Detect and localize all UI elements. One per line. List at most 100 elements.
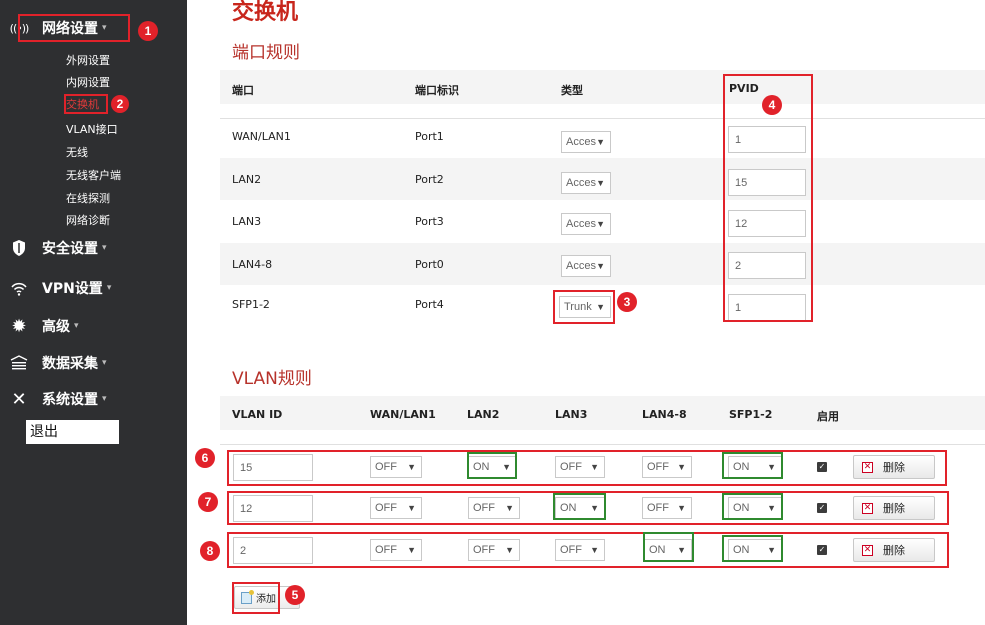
port-type-select[interactable]: Acces ▼ bbox=[561, 213, 611, 235]
select-value: ON bbox=[473, 461, 490, 473]
menu-system-settings[interactable]: ✕ 系统设置 ▾ bbox=[8, 385, 107, 413]
chevron-down-icon: ▼ bbox=[677, 503, 686, 513]
menu-vpn-settings[interactable]: VPN设置 ▾ bbox=[8, 274, 111, 302]
select-value: OFF bbox=[473, 544, 495, 556]
port-type-select[interactable]: Trunk ▼ bbox=[559, 296, 611, 318]
lan2-select[interactable]: OFF ▼ bbox=[468, 497, 520, 519]
chevron-down-icon: ▾ bbox=[102, 394, 107, 404]
port-type-select[interactable]: Acces ▼ bbox=[561, 172, 611, 194]
menu-data-collection[interactable]: 数据采集 ▾ bbox=[8, 349, 107, 377]
pvid-input[interactable]: 15 bbox=[728, 169, 806, 196]
gear-icon: ✹ bbox=[11, 315, 27, 337]
lan4-8-select[interactable]: ON ▼ bbox=[644, 539, 692, 561]
sidebar-item-online-detection[interactable]: 在线探测 bbox=[66, 190, 110, 208]
chevron-down-icon: ▼ bbox=[767, 462, 776, 472]
divider bbox=[220, 444, 985, 445]
wifi-signal-icon bbox=[8, 277, 30, 299]
lan2-select[interactable]: OFF ▼ bbox=[468, 539, 520, 561]
lan3-select[interactable]: OFF ▼ bbox=[555, 539, 605, 561]
shield-icon bbox=[8, 237, 30, 259]
wan-lan1-select[interactable]: OFF ▼ bbox=[370, 497, 422, 519]
step-badge: 3 bbox=[617, 292, 637, 312]
lan4-8-select[interactable]: OFF ▼ bbox=[642, 456, 692, 478]
chevron-down-icon: ▾ bbox=[102, 23, 107, 33]
chevron-down-icon: ▼ bbox=[677, 545, 686, 555]
menu-advanced[interactable]: ✹ 高级 ▾ bbox=[8, 312, 78, 340]
chevron-down-icon: ▼ bbox=[505, 503, 514, 513]
chevron-down-icon: ▼ bbox=[677, 462, 686, 472]
lan3-select[interactable]: ON ▼ bbox=[555, 497, 605, 519]
chevron-down-icon: ▼ bbox=[590, 462, 599, 472]
menu-label: 系统设置 bbox=[42, 392, 98, 408]
sidebar-item-wan[interactable]: 外网设置 bbox=[66, 52, 110, 70]
port-id: Port2 bbox=[415, 173, 444, 186]
menu-network-settings[interactable]: ((•)) 网络设置 ▾ bbox=[8, 14, 107, 42]
chevron-down-icon: ▾ bbox=[102, 358, 107, 368]
chevron-down-icon: ▼ bbox=[505, 545, 514, 555]
vlan-id-input[interactable]: 12 bbox=[233, 495, 313, 522]
sidebar-item-network-diagnosis[interactable]: 网络诊断 bbox=[66, 212, 110, 230]
port-type-select[interactable]: Acces ▼ bbox=[561, 255, 611, 277]
step-badge: 2 bbox=[111, 95, 129, 113]
select-value: OFF bbox=[647, 461, 669, 473]
chevron-down-icon: ▼ bbox=[407, 545, 416, 555]
col-sfp: SFP1-2 bbox=[729, 408, 773, 421]
delete-icon: ✕ bbox=[862, 461, 873, 473]
lan2-select[interactable]: ON ▼ bbox=[468, 456, 517, 478]
sidebar-item-lan[interactable]: 内网设置 bbox=[66, 74, 110, 92]
port-id: Port3 bbox=[415, 215, 444, 228]
port-rules-title: 端口规则 bbox=[232, 43, 300, 63]
vlan-id-input[interactable]: 15 bbox=[233, 454, 313, 481]
sfp-select[interactable]: ON ▼ bbox=[728, 497, 782, 519]
select-value: ON bbox=[733, 544, 750, 556]
pvid-input[interactable]: 1 bbox=[728, 126, 806, 153]
vlan-table-header bbox=[220, 396, 985, 430]
port-name: SFP1-2 bbox=[232, 298, 270, 311]
col-pvid: PVID bbox=[729, 82, 759, 95]
delete-icon: ✕ bbox=[862, 544, 873, 556]
enable-checkbox[interactable]: ✓ bbox=[817, 545, 827, 555]
col-type: 类型 bbox=[561, 84, 583, 97]
select-value: Trunk bbox=[564, 301, 592, 313]
port-name: LAN4-8 bbox=[232, 258, 273, 271]
chevron-down-icon: ▼ bbox=[596, 137, 605, 147]
delete-button[interactable]: ✕ 删除 bbox=[853, 496, 935, 520]
port-type-select[interactable]: Acces ▼ bbox=[561, 131, 611, 153]
delete-label: 删除 bbox=[883, 544, 905, 557]
delete-label: 删除 bbox=[883, 461, 905, 474]
wan-lan1-select[interactable]: OFF ▼ bbox=[370, 456, 422, 478]
pvid-input[interactable]: 2 bbox=[728, 252, 806, 279]
select-value: ON bbox=[733, 461, 750, 473]
enable-checkbox[interactable]: ✓ bbox=[817, 503, 827, 513]
wan-lan1-select[interactable]: OFF ▼ bbox=[370, 539, 422, 561]
delete-button[interactable]: ✕ 删除 bbox=[853, 455, 935, 479]
select-value: Acces bbox=[566, 218, 596, 230]
col-vlan-id: VLAN ID bbox=[232, 408, 283, 421]
step-badge: 7 bbox=[198, 492, 218, 512]
col-port-id: 端口标识 bbox=[415, 84, 459, 97]
select-value: Acces bbox=[566, 177, 596, 189]
sfp-select[interactable]: ON ▼ bbox=[728, 456, 782, 478]
col-enable: 启用 bbox=[817, 410, 839, 423]
logout-button[interactable]: 退出 bbox=[26, 420, 119, 444]
divider bbox=[220, 118, 985, 119]
sidebar-item-vlan-interface[interactable]: VLAN接口 bbox=[66, 121, 118, 139]
menu-label: VPN设置 bbox=[42, 281, 103, 297]
pvid-input[interactable]: 12 bbox=[728, 210, 806, 237]
delete-button[interactable]: ✕ 删除 bbox=[853, 538, 935, 562]
sidebar-item-switch[interactable]: 交换机 bbox=[66, 96, 99, 114]
lan3-select[interactable]: OFF ▼ bbox=[555, 456, 605, 478]
lan4-8-select[interactable]: OFF ▼ bbox=[642, 497, 692, 519]
menu-label: 网络设置 bbox=[42, 21, 98, 37]
vlan-id-input[interactable]: 2 bbox=[233, 537, 313, 564]
delete-label: 删除 bbox=[883, 502, 905, 515]
sfp-select[interactable]: ON ▼ bbox=[728, 539, 782, 561]
menu-security-settings[interactable]: 安全设置 ▾ bbox=[8, 234, 107, 262]
port-name: WAN/LAN1 bbox=[232, 130, 291, 143]
sidebar-item-wireless-clients[interactable]: 无线客户端 bbox=[66, 167, 121, 185]
enable-checkbox[interactable]: ✓ bbox=[817, 462, 827, 472]
sidebar-item-wireless[interactable]: 无线 bbox=[66, 144, 88, 162]
pvid-input[interactable]: 1 bbox=[728, 294, 806, 321]
add-label: 添加 bbox=[256, 594, 276, 605]
chevron-down-icon: ▼ bbox=[590, 503, 599, 513]
